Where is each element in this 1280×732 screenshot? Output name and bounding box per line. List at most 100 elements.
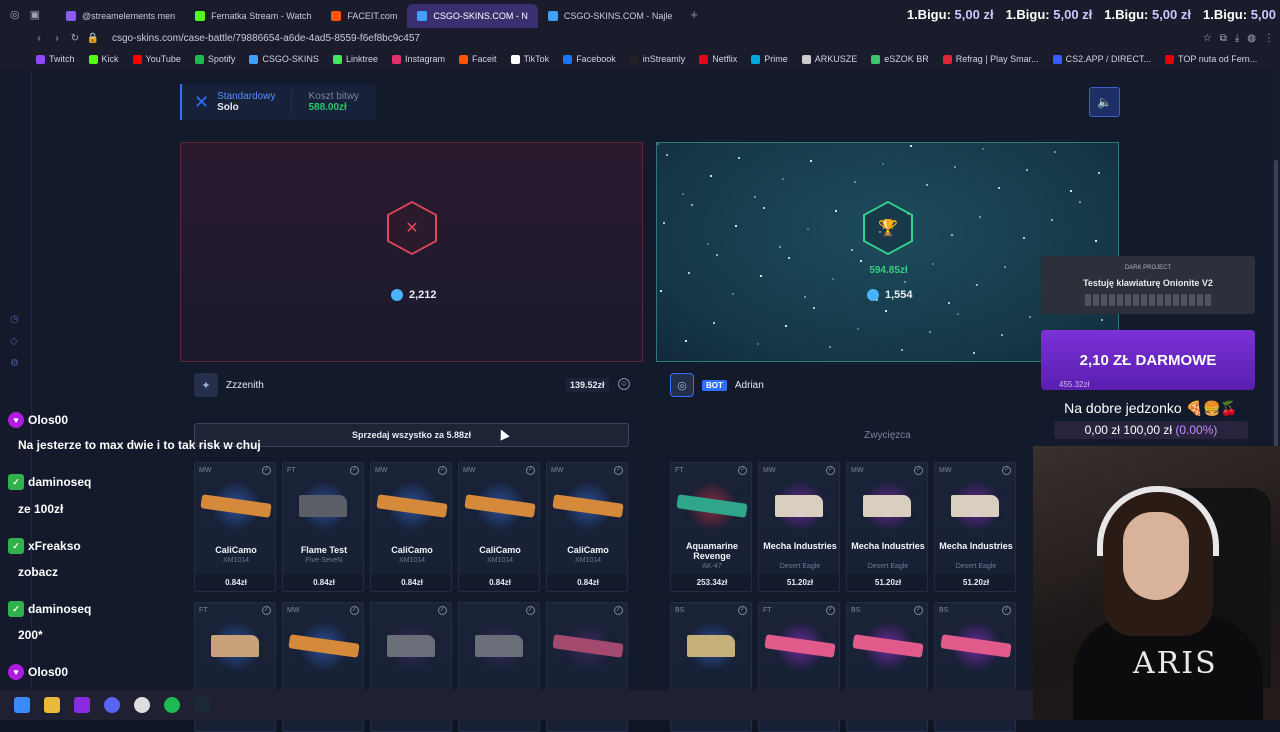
select-check-icon[interactable]: ✓ bbox=[914, 466, 923, 475]
item-card[interactable]: MW ✓ CaliCamo XM1014 0.84zł bbox=[370, 462, 452, 592]
download-icon[interactable]: ⤓ bbox=[1235, 33, 1239, 44]
star-decoration bbox=[932, 263, 934, 265]
browser-tab[interactable]: @streamelements men bbox=[56, 4, 185, 28]
item-card[interactable]: MW ✓ CaliCamo XM1014 0.84zł bbox=[458, 462, 540, 592]
discord-icon[interactable] bbox=[104, 697, 120, 713]
bookmark-label: Linktree bbox=[345, 54, 378, 64]
select-check-icon[interactable]: ✓ bbox=[738, 606, 747, 615]
select-check-icon[interactable]: ✓ bbox=[826, 466, 835, 475]
bookmark-star-icon[interactable]: ☆ bbox=[1203, 33, 1212, 44]
forward-button[interactable]: › bbox=[48, 33, 66, 44]
chat-username[interactable]: daminoseq bbox=[28, 475, 91, 489]
bookmark-item[interactable]: TOP nuta od Fern... bbox=[1165, 54, 1257, 64]
spotify-icon[interactable] bbox=[164, 697, 180, 713]
folder-icon[interactable] bbox=[44, 697, 60, 713]
ticker-item: 1.Bigu: 5,00 zł bbox=[1104, 7, 1191, 22]
item-weapon: Five-SeveN bbox=[305, 557, 343, 564]
star-decoration bbox=[807, 228, 809, 230]
select-check-icon[interactable]: ✓ bbox=[738, 466, 747, 475]
bookmark-item[interactable]: Netflix bbox=[699, 54, 737, 64]
browser-tab[interactable]: FACEIT.com bbox=[321, 4, 407, 28]
item-card[interactable]: MW ✓ CaliCamo XM1014 0.84zł bbox=[546, 462, 628, 592]
item-card[interactable]: MW ✓ Mecha Industries Desert Eagle 51.20zł bbox=[934, 462, 1016, 592]
extensions-icon[interactable]: ⧉ bbox=[1220, 33, 1227, 44]
select-check-icon[interactable]: ✓ bbox=[350, 466, 359, 475]
star-decoration bbox=[976, 284, 978, 286]
bookmark-item[interactable]: CS2.APP / DIRECT... bbox=[1052, 54, 1151, 64]
bookmark-item[interactable]: inStreamly bbox=[629, 54, 685, 64]
menu-icon[interactable]: ⋮ bbox=[1264, 33, 1274, 44]
select-check-icon[interactable]: ✓ bbox=[350, 606, 359, 615]
bookmark-item[interactable]: Kick bbox=[88, 54, 119, 64]
browser-icon[interactable] bbox=[74, 697, 90, 713]
emoji-icon[interactable]: ☺ bbox=[618, 378, 630, 390]
chat-username[interactable]: daminoseq bbox=[28, 602, 91, 616]
gift-icon[interactable]: ◇ bbox=[10, 336, 22, 348]
reload-button[interactable]: ↻ bbox=[66, 33, 84, 44]
item-card[interactable]: MW ✓ Mecha Industries Desert Eagle 51.20zł bbox=[846, 462, 928, 592]
windows-icon[interactable] bbox=[14, 697, 30, 713]
item-wear: MW bbox=[463, 467, 476, 474]
browser-tab[interactable]: CSGO-SKINS.COM - N bbox=[407, 4, 538, 28]
bookmark-item[interactable]: ARKUSZE bbox=[801, 54, 857, 64]
star-decoration bbox=[691, 204, 693, 206]
bookmark-item[interactable]: Instagram bbox=[391, 54, 445, 64]
left-player-name[interactable]: Zzzenith bbox=[226, 380, 264, 391]
bookmark-item[interactable]: Spotify bbox=[194, 54, 235, 64]
avatar[interactable]: ✦ bbox=[194, 373, 218, 397]
chat-username[interactable]: Olos00 bbox=[28, 665, 68, 679]
item-wear: FT bbox=[763, 607, 772, 614]
sound-toggle-button[interactable]: 🔈 bbox=[1089, 87, 1120, 117]
item-card[interactable]: MW ✓ CaliCamo XM1014 0.84zł bbox=[194, 462, 276, 592]
select-check-icon[interactable]: ✓ bbox=[614, 466, 623, 475]
bookmark-item[interactable]: Prime bbox=[751, 54, 788, 64]
item-card[interactable]: FT ✓ Aquamarine Revenge AK-47 253.34zł bbox=[670, 462, 752, 592]
browser-tab[interactable]: Fernatka Stream - Watch bbox=[185, 4, 321, 28]
select-check-icon[interactable]: ✓ bbox=[262, 606, 271, 615]
bookmark-item[interactable]: YouTube bbox=[132, 54, 181, 64]
item-card[interactable]: FT ✓ Flame Test Five-SeveN 0.84zł bbox=[282, 462, 364, 592]
bookmark-item[interactable]: Facebook bbox=[563, 54, 616, 64]
chat-username[interactable]: Olos00 bbox=[28, 413, 68, 427]
new-tab-button[interactable]: + bbox=[682, 7, 706, 22]
select-check-icon[interactable]: ✓ bbox=[826, 606, 835, 615]
star-decoration bbox=[710, 175, 712, 177]
item-name: Aquamarine Revenge bbox=[685, 541, 738, 561]
steam-icon[interactable] bbox=[194, 697, 210, 713]
free-bonus-sub: 455.32zł bbox=[1059, 380, 1090, 389]
free-bonus-text: 2,10 ZŁ DARMOWE bbox=[1079, 352, 1217, 369]
bookmark-item[interactable]: eSZOK BR bbox=[871, 54, 929, 64]
profile-icon[interactable]: ◍ bbox=[1247, 33, 1256, 44]
obs-icon[interactable] bbox=[134, 697, 150, 713]
item-card[interactable]: MW ✓ Mecha Industries Desert Eagle 51.20zł bbox=[758, 462, 840, 592]
settings-icon[interactable]: ⚙ bbox=[10, 358, 22, 370]
select-check-icon[interactable]: ✓ bbox=[914, 606, 923, 615]
bookmark-icon bbox=[36, 54, 45, 64]
tab-overview-icon[interactable]: ▣ bbox=[30, 8, 40, 21]
bookmark-item[interactable]: Refrag | Play Smar... bbox=[942, 54, 1039, 64]
right-player-name[interactable]: Adrian bbox=[735, 380, 764, 391]
browser-menu-icon[interactable]: ◎ bbox=[10, 8, 20, 21]
bookmark-item[interactable]: TikTok bbox=[510, 54, 549, 64]
star-decoration bbox=[829, 346, 831, 348]
back-button[interactable]: ‹ bbox=[30, 33, 48, 44]
bookmark-item[interactable]: Faceit bbox=[459, 54, 497, 64]
bookmark-item[interactable]: CSGO-SKINS bbox=[249, 54, 319, 64]
clock-icon[interactable]: ◷ bbox=[10, 314, 22, 326]
select-check-icon[interactable]: ✓ bbox=[1002, 606, 1011, 615]
select-check-icon[interactable]: ✓ bbox=[526, 606, 535, 615]
select-check-icon[interactable]: ✓ bbox=[438, 606, 447, 615]
select-check-icon[interactable]: ✓ bbox=[1002, 466, 1011, 475]
url-text[interactable]: csgo-skins.com/case-battle/79886654-a6de… bbox=[112, 33, 420, 44]
star-decoration bbox=[785, 325, 787, 327]
select-check-icon[interactable]: ✓ bbox=[526, 466, 535, 475]
select-check-icon[interactable]: ✓ bbox=[262, 466, 271, 475]
select-check-icon[interactable]: ✓ bbox=[438, 466, 447, 475]
browser-tab[interactable]: CSGO-SKINS.COM - Najle bbox=[538, 4, 683, 28]
chat-username[interactable]: xFreakso bbox=[28, 539, 81, 553]
scrollbar-thumb[interactable] bbox=[1274, 160, 1278, 480]
bookmark-item[interactable]: Linktree bbox=[332, 54, 378, 64]
bookmark-item[interactable]: Twitch bbox=[36, 54, 75, 64]
select-check-icon[interactable]: ✓ bbox=[614, 606, 623, 615]
item-name: Mecha Industries bbox=[763, 541, 837, 551]
